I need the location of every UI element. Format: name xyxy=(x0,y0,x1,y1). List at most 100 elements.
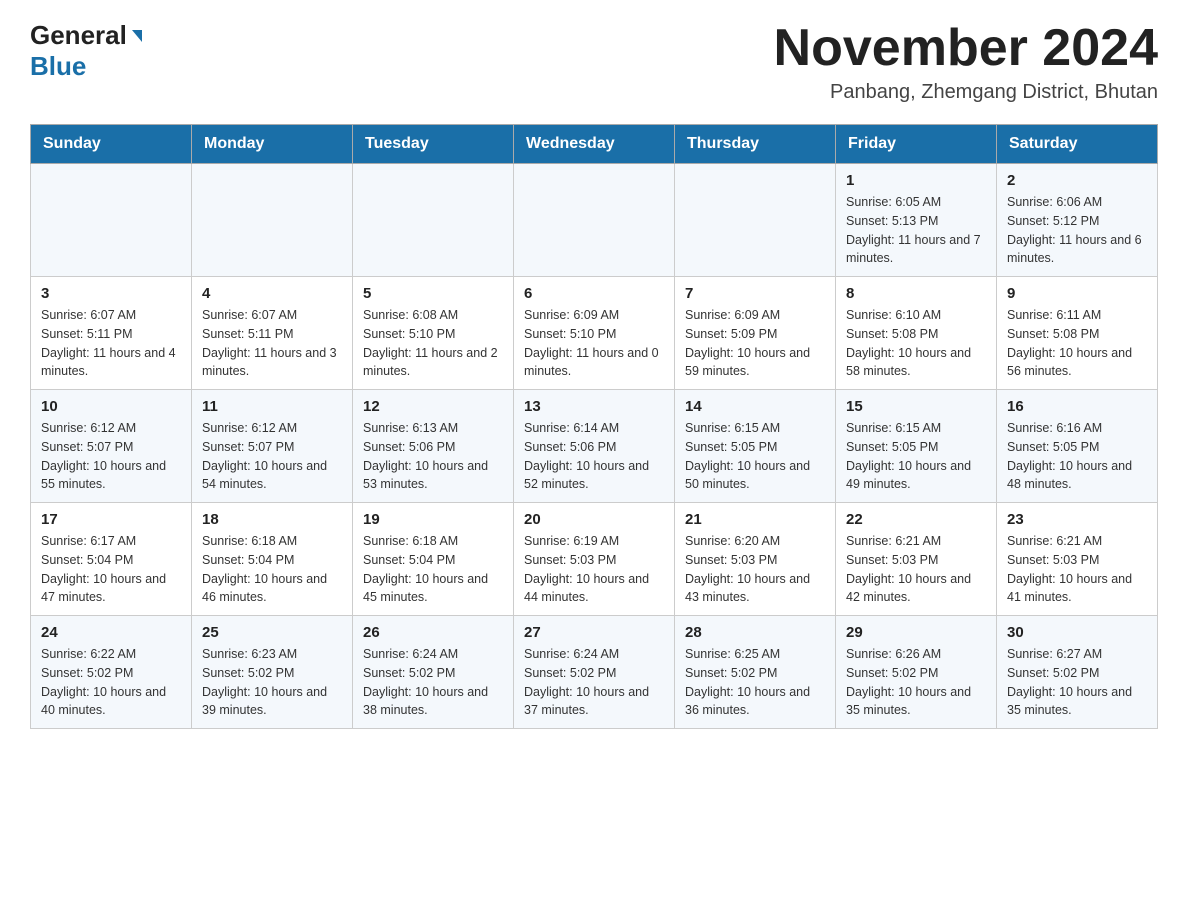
day-info: Sunrise: 6:23 AMSunset: 5:02 PMDaylight:… xyxy=(202,645,342,720)
day-number: 9 xyxy=(1007,285,1147,302)
calendar-cell: 13 Sunrise: 6:14 AMSunset: 5:06 PMDayligh… xyxy=(514,390,675,503)
day-info: Sunrise: 6:26 AMSunset: 5:02 PMDaylight:… xyxy=(846,645,986,720)
calendar-cell: 17Sunrise: 6:17 AMSunset: 5:04 PMDayligh… xyxy=(31,503,192,616)
day-info: Sunrise: 6:18 AMSunset: 5:04 PMDaylight:… xyxy=(363,532,503,607)
day-info: Sunrise: 6:20 AMSunset: 5:03 PMDaylight:… xyxy=(685,532,825,607)
calendar-cell: 30 Sunrise: 6:27 AMSunset: 5:02 PMDayligh… xyxy=(997,616,1158,729)
day-info: Sunrise: 6:24 AMSunset: 5:02 PMDaylight:… xyxy=(524,645,664,720)
calendar-cell: 2 Sunrise: 6:06 AMSunset: 5:12 PMDaylight… xyxy=(997,164,1158,277)
day-number: 20 xyxy=(524,511,664,528)
calendar-cell: 20Sunrise: 6:19 AMSunset: 5:03 PMDayligh… xyxy=(514,503,675,616)
calendar-cell: 25Sunrise: 6:23 AMSunset: 5:02 PMDayligh… xyxy=(192,616,353,729)
calendar-cell: 3 Sunrise: 6:07 AMSunset: 5:11 PMDaylight… xyxy=(31,277,192,390)
col-header-wednesday: Wednesday xyxy=(514,125,675,164)
calendar-cell xyxy=(514,164,675,277)
col-header-tuesday: Tuesday xyxy=(353,125,514,164)
day-number: 28 xyxy=(685,624,825,641)
col-header-saturday: Saturday xyxy=(997,125,1158,164)
day-number: 21 xyxy=(685,511,825,528)
col-header-monday: Monday xyxy=(192,125,353,164)
calendar-week-5: 24 Sunrise: 6:22 AMSunset: 5:02 PMDayligh… xyxy=(31,616,1158,729)
calendar-cell: 9 Sunrise: 6:11 AMSunset: 5:08 PMDaylight… xyxy=(997,277,1158,390)
day-number: 26 xyxy=(363,624,503,641)
day-number: 14 xyxy=(685,398,825,415)
logo-triangle-icon xyxy=(128,28,146,46)
day-number: 2 xyxy=(1007,172,1147,189)
calendar-cell: 14 Sunrise: 6:15 AMSunset: 5:05 PMDayligh… xyxy=(675,390,836,503)
calendar-table: SundayMondayTuesdayWednesdayThursdayFrid… xyxy=(30,124,1158,729)
day-number: 6 xyxy=(524,285,664,302)
day-info: Sunrise: 6:08 AMSunset: 5:10 PMDaylight:… xyxy=(363,306,503,381)
calendar-cell: 16 Sunrise: 6:16 AMSunset: 5:05 PMDayligh… xyxy=(997,390,1158,503)
day-number: 3 xyxy=(41,285,181,302)
calendar-cell: 28 Sunrise: 6:25 AMSunset: 5:02 PMDayligh… xyxy=(675,616,836,729)
day-info: Sunrise: 6:11 AMSunset: 5:08 PMDaylight:… xyxy=(1007,306,1147,381)
calendar-week-2: 3 Sunrise: 6:07 AMSunset: 5:11 PMDaylight… xyxy=(31,277,1158,390)
calendar-cell: 11 Sunrise: 6:12 AMSunset: 5:07 PMDayligh… xyxy=(192,390,353,503)
day-info: Sunrise: 6:12 AMSunset: 5:07 PMDaylight:… xyxy=(202,419,342,494)
calendar-cell: 22 Sunrise: 6:21 AMSunset: 5:03 PMDayligh… xyxy=(836,503,997,616)
day-number: 16 xyxy=(1007,398,1147,415)
calendar-cell: 15Sunrise: 6:15 AMSunset: 5:05 PMDayligh… xyxy=(836,390,997,503)
day-number: 24 xyxy=(41,624,181,641)
calendar-cell: 6Sunrise: 6:09 AMSunset: 5:10 PMDaylight… xyxy=(514,277,675,390)
calendar-cell: 10 Sunrise: 6:12 AMSunset: 5:07 PMDayligh… xyxy=(31,390,192,503)
day-info: Sunrise: 6:15 AMSunset: 5:05 PMDaylight:… xyxy=(685,419,825,494)
day-number: 27 xyxy=(524,624,664,641)
day-info: Sunrise: 6:16 AMSunset: 5:05 PMDaylight:… xyxy=(1007,419,1147,494)
day-info: Sunrise: 6:21 AMSunset: 5:03 PMDaylight:… xyxy=(1007,532,1147,607)
day-info: Sunrise: 6:25 AMSunset: 5:02 PMDaylight:… xyxy=(685,645,825,720)
calendar-cell xyxy=(675,164,836,277)
day-number: 22 xyxy=(846,511,986,528)
day-number: 10 xyxy=(41,398,181,415)
day-info: Sunrise: 6:05 AMSunset: 5:13 PMDaylight:… xyxy=(846,193,986,268)
day-info: Sunrise: 6:07 AMSunset: 5:11 PMDaylight:… xyxy=(202,306,342,381)
day-number: 7 xyxy=(685,285,825,302)
day-number: 11 xyxy=(202,398,342,415)
calendar-cell xyxy=(31,164,192,277)
calendar-cell: 27 Sunrise: 6:24 AMSunset: 5:02 PMDayligh… xyxy=(514,616,675,729)
logo: General Blue xyxy=(30,20,146,82)
calendar-cell: 21 Sunrise: 6:20 AMSunset: 5:03 PMDayligh… xyxy=(675,503,836,616)
calendar-cell xyxy=(192,164,353,277)
day-number: 4 xyxy=(202,285,342,302)
day-info: Sunrise: 6:10 AMSunset: 5:08 PMDaylight:… xyxy=(846,306,986,381)
day-info: Sunrise: 6:22 AMSunset: 5:02 PMDaylight:… xyxy=(41,645,181,720)
day-info: Sunrise: 6:24 AMSunset: 5:02 PMDaylight:… xyxy=(363,645,503,720)
day-number: 1 xyxy=(846,172,986,189)
day-info: Sunrise: 6:14 AMSunset: 5:06 PMDaylight:… xyxy=(524,419,664,494)
day-info: Sunrise: 6:09 AMSunset: 5:09 PMDaylight:… xyxy=(685,306,825,381)
day-number: 23 xyxy=(1007,511,1147,528)
title-area: November 2024 Panbang, Zhemgang District… xyxy=(774,20,1158,104)
col-header-sunday: Sunday xyxy=(31,125,192,164)
calendar-week-4: 17Sunrise: 6:17 AMSunset: 5:04 PMDayligh… xyxy=(31,503,1158,616)
calendar-cell: 24 Sunrise: 6:22 AMSunset: 5:02 PMDayligh… xyxy=(31,616,192,729)
day-number: 29 xyxy=(846,624,986,641)
day-number: 19 xyxy=(363,511,503,528)
calendar-cell: 7 Sunrise: 6:09 AMSunset: 5:09 PMDaylight… xyxy=(675,277,836,390)
calendar-cell: 18 Sunrise: 6:18 AMSunset: 5:04 PMDayligh… xyxy=(192,503,353,616)
calendar-cell: 29 Sunrise: 6:26 AMSunset: 5:02 PMDayligh… xyxy=(836,616,997,729)
day-info: Sunrise: 6:12 AMSunset: 5:07 PMDaylight:… xyxy=(41,419,181,494)
day-number: 13 xyxy=(524,398,664,415)
calendar-week-1: 1 Sunrise: 6:05 AMSunset: 5:13 PMDaylight… xyxy=(31,164,1158,277)
day-info: Sunrise: 6:07 AMSunset: 5:11 PMDaylight:… xyxy=(41,306,181,381)
col-header-thursday: Thursday xyxy=(675,125,836,164)
day-number: 15 xyxy=(846,398,986,415)
logo-blue-text: Blue xyxy=(30,51,86,81)
month-title: November 2024 xyxy=(774,20,1158,77)
calendar-cell: 12Sunrise: 6:13 AMSunset: 5:06 PMDayligh… xyxy=(353,390,514,503)
calendar-cell: 26 Sunrise: 6:24 AMSunset: 5:02 PMDayligh… xyxy=(353,616,514,729)
calendar-cell: 19 Sunrise: 6:18 AMSunset: 5:04 PMDayligh… xyxy=(353,503,514,616)
day-number: 18 xyxy=(202,511,342,528)
day-number: 8 xyxy=(846,285,986,302)
calendar-cell xyxy=(353,164,514,277)
day-info: Sunrise: 6:21 AMSunset: 5:03 PMDaylight:… xyxy=(846,532,986,607)
day-info: Sunrise: 6:27 AMSunset: 5:02 PMDaylight:… xyxy=(1007,645,1147,720)
day-info: Sunrise: 6:18 AMSunset: 5:04 PMDaylight:… xyxy=(202,532,342,607)
location-title: Panbang, Zhemgang District, Bhutan xyxy=(774,81,1158,104)
day-info: Sunrise: 6:06 AMSunset: 5:12 PMDaylight:… xyxy=(1007,193,1147,268)
col-header-friday: Friday xyxy=(836,125,997,164)
day-number: 30 xyxy=(1007,624,1147,641)
day-number: 12 xyxy=(363,398,503,415)
